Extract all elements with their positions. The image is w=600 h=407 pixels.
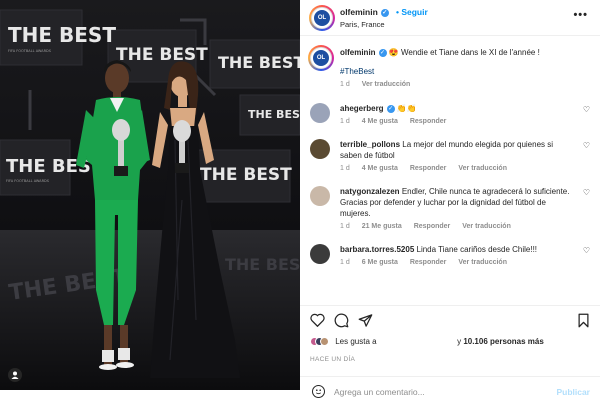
translate-button[interactable]: Ver traducción bbox=[458, 165, 507, 172]
translate-button[interactable]: Ver traducción bbox=[462, 223, 511, 230]
follow-label[interactable]: Seguir bbox=[401, 7, 427, 17]
more-icon[interactable]: ••• bbox=[573, 9, 588, 21]
floor-logo-2: THE BEST bbox=[225, 255, 300, 274]
backdrop-logo-5: THE BEST bbox=[200, 165, 292, 185]
caption-verified-icon: ✓ bbox=[378, 48, 387, 57]
reply-button[interactable]: Responder bbox=[410, 259, 447, 266]
caption-username[interactable]: olfeminin bbox=[340, 48, 376, 57]
backdrop-logo-2: THE BEST bbox=[116, 45, 208, 65]
comment-body: 👏👏 bbox=[396, 104, 417, 113]
location-link[interactable]: Paris, France bbox=[340, 20, 385, 29]
comment-heart-icon[interactable]: ♡ bbox=[583, 105, 590, 114]
backdrop-logo-3: THE BEST bbox=[218, 53, 300, 72]
action-bar bbox=[300, 305, 600, 335]
comment-avatar[interactable] bbox=[310, 139, 330, 159]
backdrop-logo-1: THE BEST bbox=[8, 23, 116, 47]
comment-time[interactable]: 1 d bbox=[340, 223, 350, 230]
caption-avatar-logo: OL bbox=[313, 50, 329, 66]
comment-time[interactable]: 1 d bbox=[340, 165, 350, 172]
comment-avatar[interactable] bbox=[310, 103, 330, 123]
heart-icon[interactable] bbox=[310, 313, 325, 329]
comment-heart-icon[interactable]: ♡ bbox=[583, 188, 590, 197]
backdrop-logo-6: THE BEST bbox=[248, 108, 300, 121]
caption-item: OL olfeminin ✓ 😍 Wendie et Tiane dans le … bbox=[300, 45, 600, 88]
publish-button[interactable]: Publicar bbox=[556, 387, 590, 397]
comment-meta: 1 d 4 Me gusta Responder Ver traducción bbox=[340, 165, 572, 172]
comment-heart-icon[interactable]: ♡ bbox=[583, 141, 590, 150]
comment-verified-icon: ✓ bbox=[386, 104, 395, 113]
likes-count[interactable]: 10.106 personas más bbox=[463, 337, 544, 346]
translate-button[interactable]: Ver traducción bbox=[458, 259, 507, 266]
username-text[interactable]: olfeminin bbox=[340, 7, 378, 17]
photo-scene: THE BEST THE BEST THE BEST THE BEST THE … bbox=[0, 0, 300, 390]
comment-meta: 1 d 6 Me gusta Responder Ver traducción bbox=[340, 259, 572, 266]
comment-time[interactable]: 1 d bbox=[340, 259, 350, 266]
comment-text: natygonzalezen Endler, Chile nunca te ag… bbox=[340, 186, 572, 219]
comment-item: ahegerberg ✓ 👏👏 1 d 4 Me gusta Responder … bbox=[300, 103, 600, 125]
verified-icon: ✓ bbox=[380, 8, 389, 17]
comment-username[interactable]: terrible_pollons bbox=[340, 140, 400, 149]
caption-translate[interactable]: Ver traducción bbox=[362, 81, 411, 88]
instagram-post-view: THE BEST THE BEST THE BEST THE BEST THE … bbox=[0, 0, 600, 407]
share-icon[interactable] bbox=[358, 313, 373, 330]
likes-summary[interactable]: Les gusta a y 10.106 personas más bbox=[310, 337, 544, 347]
header-username[interactable]: olfeminin ✓ bbox=[340, 7, 389, 17]
comment-input[interactable] bbox=[334, 383, 544, 401]
comment-meta: 1 d 4 Me gusta Responder bbox=[340, 118, 572, 125]
comment-composer: Publicar bbox=[300, 376, 600, 407]
comment-icon[interactable] bbox=[334, 313, 349, 330]
post-photo[interactable]: THE BEST THE BEST THE BEST THE BEST THE … bbox=[0, 0, 300, 390]
comment-item: terrible_pollons La mejor del mundo eleg… bbox=[300, 139, 600, 172]
post-timestamp[interactable]: HACE UN DÍA bbox=[310, 356, 355, 363]
bookmark-icon[interactable] bbox=[577, 313, 590, 330]
caption-body: 😍 Wendie et Tiane dans le XI de l'année … bbox=[388, 48, 540, 57]
comment-text: barbara.torres.5205 Linda Tiane cariños … bbox=[340, 244, 572, 255]
comment-username[interactable]: ahegerberg bbox=[340, 104, 384, 113]
likes-prefix: Les gusta a bbox=[335, 337, 377, 346]
comment-username[interactable]: barbara.torres.5205 bbox=[340, 245, 414, 254]
avatar-logo: OL bbox=[314, 10, 330, 26]
comment-item: natygonzalezen Endler, Chile nunca te ag… bbox=[300, 186, 600, 230]
post-header: OL olfeminin ✓ • Seguir Paris, France ••• bbox=[300, 0, 600, 36]
liker-avatar bbox=[320, 337, 329, 347]
user-tag-icon[interactable] bbox=[8, 368, 22, 382]
comments-list[interactable]: OL olfeminin ✓ 😍 Wendie et Tiane dans le … bbox=[300, 37, 600, 299]
caption-text: olfeminin ✓ 😍 Wendie et Tiane dans le XI … bbox=[340, 47, 572, 77]
caption-avatar[interactable]: OL bbox=[310, 47, 332, 69]
caption-time[interactable]: 1 d bbox=[340, 81, 350, 88]
reply-button[interactable]: Responder bbox=[410, 118, 447, 125]
comment-likes[interactable]: 4 Me gusta bbox=[362, 118, 398, 125]
follow-button[interactable]: • Seguir bbox=[396, 7, 428, 17]
comment-text: ahegerberg ✓ 👏👏 bbox=[340, 103, 572, 114]
comment-avatar[interactable] bbox=[310, 244, 330, 264]
comment-username[interactable]: natygonzalezen bbox=[340, 187, 400, 196]
caption-meta: 1 d Ver traducción bbox=[340, 81, 572, 88]
reply-button[interactable]: Responder bbox=[410, 165, 447, 172]
backdrop-sub-1: FIFA FOOTBALL AWARDS bbox=[8, 49, 52, 53]
comment-likes[interactable]: 6 Me gusta bbox=[362, 259, 398, 266]
comment-heart-icon[interactable]: ♡ bbox=[583, 246, 590, 255]
likes-middle: y bbox=[457, 337, 462, 346]
comment-avatar[interactable] bbox=[310, 186, 330, 206]
comment-meta: 1 d 21 Me gusta Responder Ver traducción bbox=[340, 223, 572, 230]
comment-text: terrible_pollons La mejor del mundo eleg… bbox=[340, 139, 572, 161]
comment-body: Linda Tiane cariños desde Chile!!! bbox=[416, 245, 538, 254]
comment-likes[interactable]: 4 Me gusta bbox=[362, 165, 398, 172]
reply-button[interactable]: Responder bbox=[414, 223, 451, 230]
post-side-panel: OL olfeminin ✓ • Seguir Paris, France •••… bbox=[300, 0, 600, 407]
backdrop-sub-2: FIFA FOOTBALL AWARDS bbox=[6, 179, 50, 183]
emoji-icon[interactable] bbox=[312, 385, 325, 398]
comment-item: barbara.torres.5205 Linda Tiane cariños … bbox=[300, 244, 600, 266]
hashtag-link[interactable]: #TheBest bbox=[340, 66, 572, 77]
comment-likes[interactable]: 21 Me gusta bbox=[362, 223, 402, 230]
avatar[interactable]: OL bbox=[311, 7, 333, 29]
comment-time[interactable]: 1 d bbox=[340, 118, 350, 125]
